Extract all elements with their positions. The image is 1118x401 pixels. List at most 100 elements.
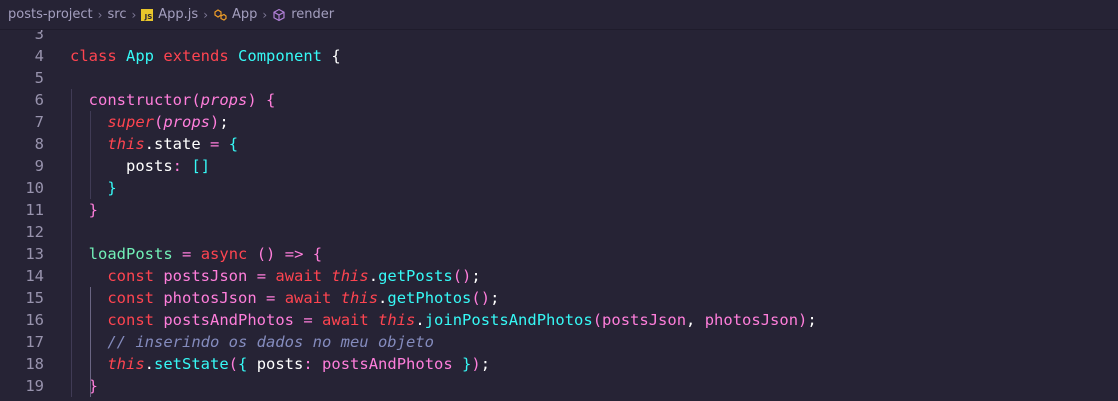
indent-guide [71, 221, 72, 243]
code-token: const [107, 289, 154, 307]
code-content: } [44, 375, 98, 397]
code-token: ) [247, 91, 257, 109]
line-number: 18 [25, 355, 44, 373]
class-symbol-icon [213, 8, 227, 22]
code-line[interactable]: 10 } [0, 177, 817, 199]
code-line[interactable]: 12 [0, 221, 817, 243]
code-line[interactable]: 7 super(props); [0, 111, 817, 133]
code-line[interactable]: 14 const postsJson = await this.getPosts… [0, 265, 817, 287]
code-content: const postsAndPhotos = await this.joinPo… [44, 309, 817, 331]
code-token: this [107, 355, 145, 373]
code-token: super [107, 113, 154, 131]
code-content: this.state = { [44, 133, 238, 155]
code-content: class App extends Component { [44, 45, 341, 67]
line-number: 15 [25, 289, 44, 307]
code-content: const photosJson = await this.getPhotos(… [44, 287, 499, 309]
code-line[interactable]: 6 constructor(props) { [0, 89, 817, 111]
breadcrumb-item-project[interactable]: posts-project [8, 7, 93, 22]
line-number: 17 [25, 333, 44, 351]
code-line[interactable]: 9 posts: [] [0, 155, 817, 177]
code-line[interactable]: 16 const postsAndPhotos = await this.joi… [0, 309, 817, 331]
breadcrumb-item-method[interactable]: render [291, 7, 334, 22]
code-line[interactable]: 15 const photosJson = await this.getPhot… [0, 287, 817, 309]
indent-guide [71, 287, 72, 309]
code-token: setState [154, 355, 229, 373]
code-token: postsJson [163, 267, 248, 285]
code-token: . [378, 289, 388, 307]
code-token: this [340, 289, 379, 307]
code-token: = [182, 245, 192, 263]
code-token: = [210, 135, 220, 153]
code-token: Component [238, 47, 323, 65]
indent-guide [89, 353, 91, 375]
code-token: photosJson [163, 289, 257, 307]
code-line[interactable]: 17 // inserindo os dados no meu objeto [0, 331, 817, 353]
breadcrumb-item-src[interactable]: src [107, 7, 126, 22]
code-token: getPosts [378, 267, 453, 285]
code-content: loadPosts = async () => { [44, 243, 322, 265]
code-token: { [238, 355, 248, 373]
code-token: . [144, 355, 154, 373]
code-token: { [266, 91, 276, 109]
indent-guide [71, 177, 72, 199]
code-token: : [172, 157, 183, 175]
code-line[interactable]: 13 loadPosts = async () => { [0, 243, 817, 265]
breadcrumb-item-class[interactable]: App [232, 7, 257, 22]
indent-guide [71, 89, 72, 111]
code-token: this [107, 135, 145, 153]
code-line[interactable]: 18 this.setState({ posts: postsAndPhotos… [0, 353, 817, 375]
code-line[interactable]: 3 [0, 30, 817, 45]
indent-guide [89, 375, 91, 397]
code-token: // inserindo os dados no meu objeto [107, 333, 434, 351]
line-number: 9 [34, 157, 44, 175]
code-content [44, 30, 70, 45]
code-content [44, 221, 72, 243]
code-token: postsAndPhotos [322, 355, 453, 373]
code-token: posts [126, 157, 173, 175]
code-content: this.setState({ posts: postsAndPhotos })… [44, 353, 490, 375]
code-token: = [266, 289, 276, 307]
indent-guide [71, 155, 72, 177]
line-number: 13 [25, 245, 44, 263]
breadcrumb-item-file[interactable]: App.js [158, 7, 198, 22]
code-token: async [200, 245, 248, 263]
code-content: const postsJson = await this.getPosts(); [44, 265, 481, 287]
code-line[interactable]: 5 [0, 67, 817, 89]
code-line[interactable]: 8 this.state = { [0, 133, 817, 155]
indent-guide [89, 111, 91, 133]
code-token: getPhotos [387, 289, 472, 307]
code-line[interactable]: 19 } [0, 375, 817, 397]
code-token: class [70, 47, 117, 65]
code-line[interactable]: 11 } [0, 199, 817, 221]
code-token: props [163, 113, 211, 131]
code-token: await [322, 311, 369, 329]
line-number: 4 [34, 47, 44, 65]
code-token: this [331, 267, 369, 285]
code-token: () [452, 267, 472, 285]
code-token: () [256, 245, 276, 263]
code-token: . [415, 311, 425, 329]
chevron-right-icon: › [203, 7, 209, 22]
code-token: ( [191, 91, 201, 109]
code-editor[interactable]: 3 4 class App extends Component {5 6 constr… [0, 30, 1118, 401]
indent-guide [71, 375, 72, 397]
code-line[interactable]: 4 class App extends Component { [0, 45, 817, 67]
indent-guide [71, 243, 72, 265]
code-token: this [378, 311, 416, 329]
